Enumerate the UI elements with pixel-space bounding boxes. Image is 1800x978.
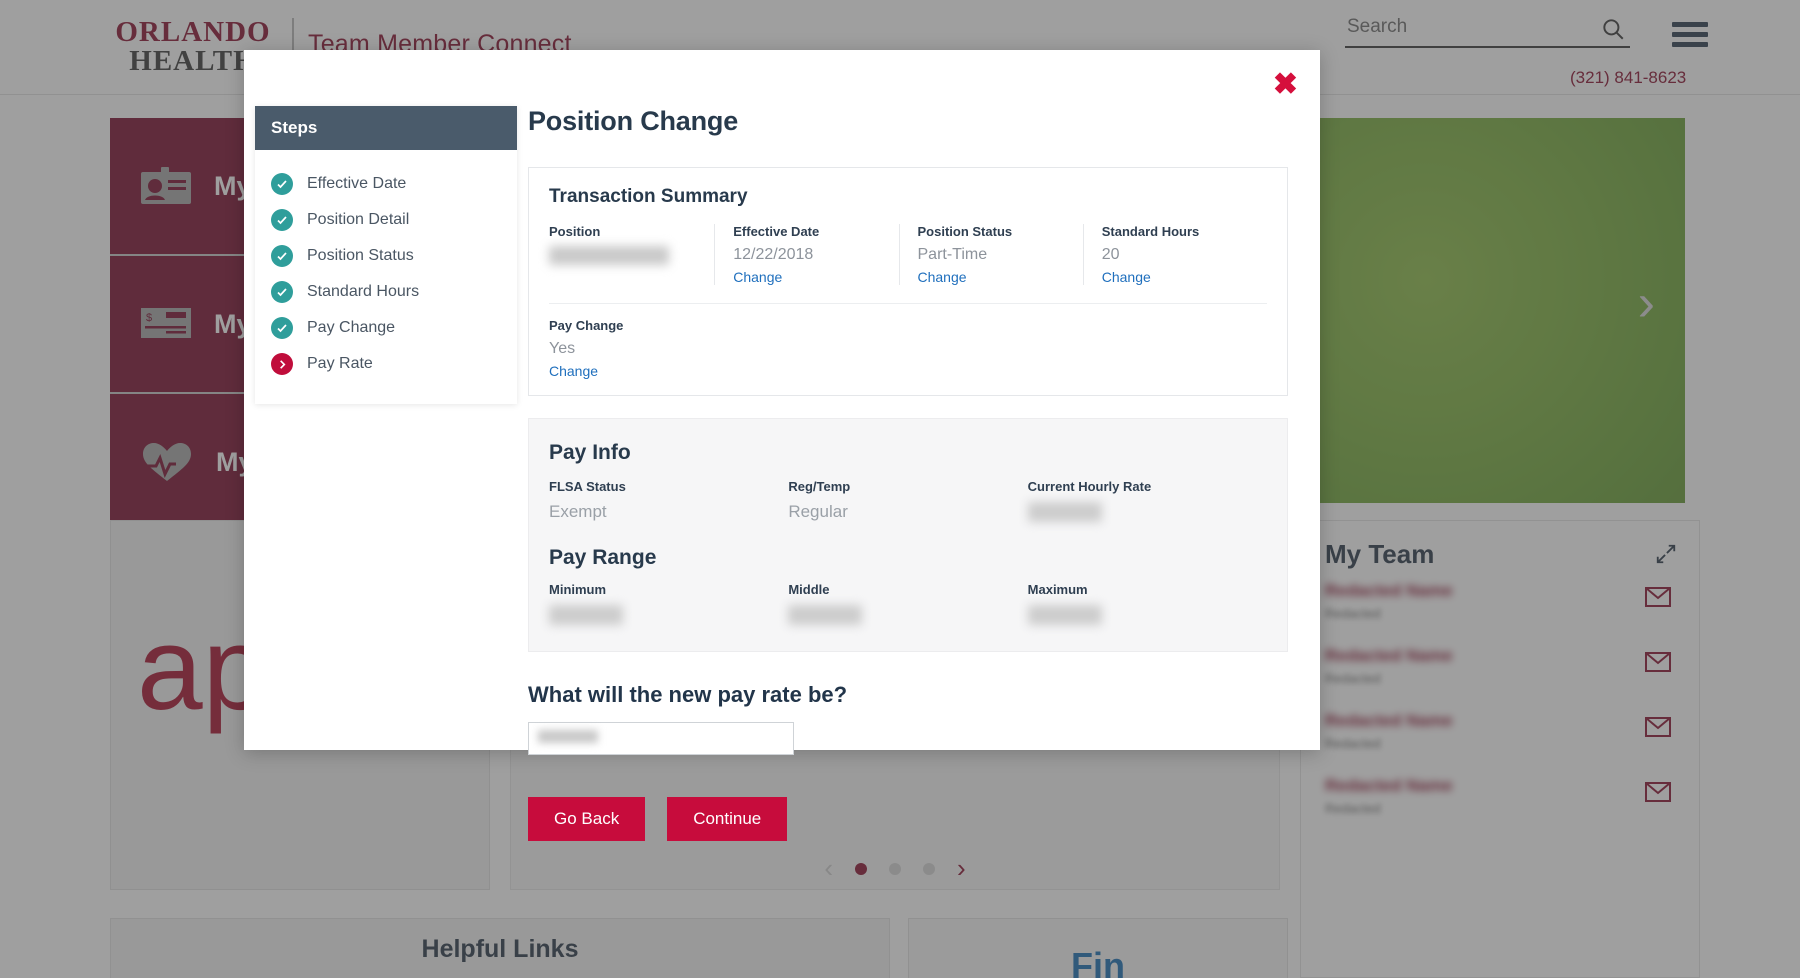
pay-range-field-maximum: Maximum	[1027, 582, 1267, 625]
steps-panel: Steps Effective Date Position Detail Pos…	[255, 106, 517, 404]
summary-change-link[interactable]: Change	[549, 363, 1267, 379]
transaction-summary-grid: Position Effective Date 12/22/2018 Chang…	[549, 224, 1267, 285]
step-item-position-status[interactable]: Position Status	[255, 238, 517, 274]
summary-field-pay-change: Pay Change Yes Change	[549, 318, 1267, 379]
summary-field-position: Position	[549, 224, 716, 285]
modal-actions: Go Back Continue	[528, 797, 1288, 841]
check-circle-icon	[271, 317, 293, 339]
pay-info-label: FLSA Status	[549, 479, 626, 494]
summary-field-value	[549, 246, 669, 265]
pay-info-grid: FLSA Status Exempt Reg/Temp Regular Curr…	[549, 479, 1267, 522]
go-back-button[interactable]: Go Back	[528, 797, 646, 841]
check-circle-icon	[271, 281, 293, 303]
check-circle-icon	[271, 245, 293, 267]
summary-field-standard-hours: Standard Hours 20 Change	[1084, 224, 1267, 285]
summary-field-label: Pay Change	[549, 318, 624, 333]
pay-info-card: Pay Info FLSA Status Exempt Reg/Temp Reg…	[528, 418, 1288, 652]
transaction-summary-title: Transaction Summary	[549, 186, 748, 207]
pay-info-value	[1027, 502, 1102, 522]
summary-field-position-status: Position Status Part-Time Change	[900, 224, 1084, 285]
pay-range-value	[549, 605, 623, 625]
summary-field-label: Effective Date	[733, 224, 820, 239]
summary-field-value: 20	[1101, 246, 1120, 263]
pay-info-label: Current Hourly Rate	[1027, 479, 1152, 494]
pay-range-field-middle: Middle	[788, 582, 1027, 625]
page-title: Position Change	[528, 106, 739, 136]
pay-range-label: Middle	[788, 582, 830, 597]
step-item-pay-rate[interactable]: Pay Rate	[255, 346, 517, 382]
step-item-standard-hours[interactable]: Standard Hours	[255, 274, 517, 310]
summary-change-link[interactable]: Change	[1102, 269, 1251, 285]
check-circle-icon	[271, 209, 293, 231]
step-label: Pay Rate	[307, 355, 373, 372]
step-label: Standard Hours	[307, 283, 420, 300]
pay-range-grid: Minimum Middle Maximum	[549, 582, 1267, 625]
check-circle-icon	[271, 173, 293, 195]
summary-field-effective-date: Effective Date 12/22/2018 Change	[715, 224, 900, 285]
step-label: Pay Change	[307, 319, 396, 336]
step-label: Effective Date	[307, 175, 407, 192]
pay-range-value	[1027, 605, 1102, 625]
summary-field-label: Standard Hours	[1101, 224, 1200, 239]
step-label: Position Status	[307, 247, 414, 264]
summary-field-label: Position Status	[917, 224, 1013, 239]
pay-range-value	[788, 605, 863, 625]
summary-change-link[interactable]: Change	[733, 269, 882, 285]
steps-list: Effective Date Position Detail Position …	[255, 150, 517, 404]
chevron-right-circle-icon	[271, 353, 293, 375]
position-change-modal: ✖ Steps Effective Date Position Detail P…	[244, 50, 1320, 841]
step-item-position-detail[interactable]: Position Detail	[255, 202, 517, 238]
step-item-pay-change[interactable]: Pay Change	[255, 310, 517, 346]
continue-button[interactable]: Continue	[667, 797, 788, 841]
transaction-summary-card: Transaction Summary Position Effective D…	[528, 167, 1288, 396]
pay-range-label: Minimum	[549, 582, 607, 597]
pay-info-field-reg-temp: Reg/Temp Regular	[788, 479, 1027, 522]
summary-field-label: Position	[549, 224, 601, 239]
new-pay-rate-redacted-value	[538, 730, 598, 743]
pay-info-field-flsa-status: FLSA Status Exempt	[549, 479, 788, 522]
summary-field-value: Yes	[549, 340, 576, 357]
summary-divider	[549, 303, 1267, 304]
steps-header: Steps	[255, 106, 517, 150]
page-root: ORLANDO HEALTH Team Member Connect (321)…	[0, 0, 1800, 978]
summary-field-value: Part-Time	[917, 246, 988, 263]
modal-body: Position Change Transaction Summary Posi…	[528, 106, 1288, 841]
pay-info-value: Regular	[788, 502, 848, 521]
pay-info-field-current-hourly-rate: Current Hourly Rate	[1027, 479, 1267, 522]
new-pay-rate-question: What will the new pay rate be?	[528, 682, 848, 707]
close-icon[interactable]: ✖	[1273, 70, 1298, 100]
pay-info-label: Reg/Temp	[788, 479, 851, 494]
pay-info-title: Pay Info	[549, 441, 631, 464]
pay-range-title: Pay Range	[549, 546, 657, 569]
step-label: Position Detail	[307, 211, 410, 228]
step-item-effective-date[interactable]: Effective Date	[255, 166, 517, 202]
pay-range-label: Maximum	[1027, 582, 1088, 597]
pay-range-field-minimum: Minimum	[549, 582, 788, 625]
pay-info-value: Exempt	[549, 502, 607, 521]
summary-field-value: 12/22/2018	[733, 246, 814, 263]
summary-change-link[interactable]: Change	[918, 269, 1067, 285]
